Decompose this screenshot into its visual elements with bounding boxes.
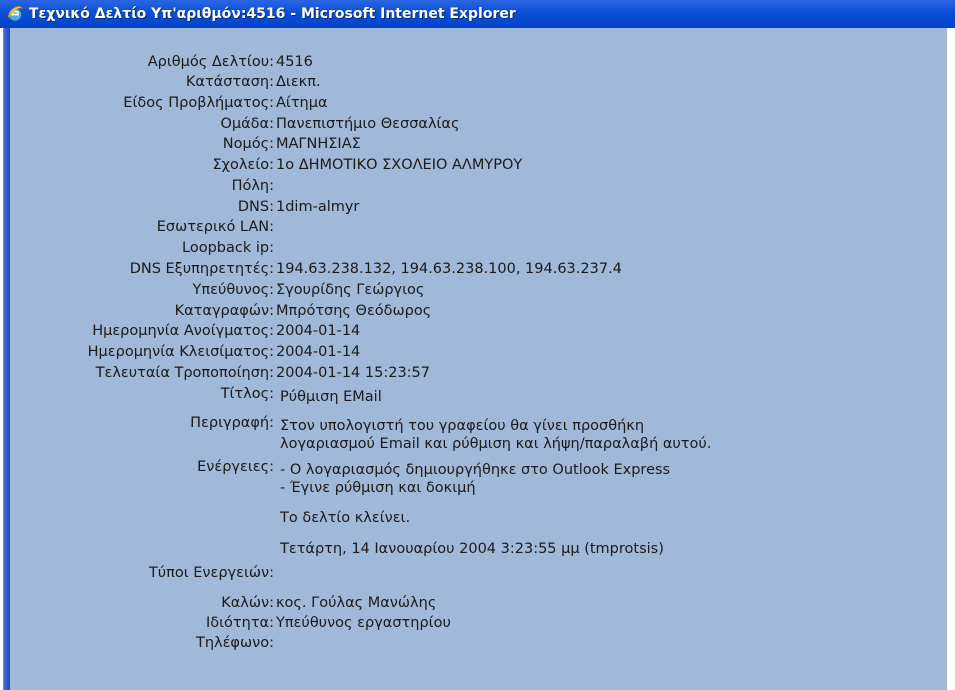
ticket-details-page: Αριθμός Δελτίου: 4516 Κατάσταση: Διεκπ. … (10, 28, 947, 690)
field-value: 2004-01-14 15:23:57 (276, 365, 430, 381)
field-value: Πανεπιστήμιο Θεσσαλίας (276, 116, 460, 132)
field-value: Διεκπ. (276, 74, 321, 90)
field-value: 194.63.238.132, 194.63.238.100, 194.63.2… (276, 261, 622, 277)
field-value: Ρύθμιση EMail (280, 389, 382, 405)
field-label: Loopback ip: (182, 240, 274, 256)
field-label: DNS: (237, 199, 274, 215)
description-line: λογαριασμού Email και ρύθμιση και λήψη/π… (280, 436, 712, 452)
field-value: Σγουρίδης Γεώργιος (276, 282, 425, 298)
field-label: Νομός: (222, 136, 274, 152)
field-label: Ενέργειες: (197, 459, 274, 475)
field-label: Είδος Προβλήματος: (123, 95, 274, 111)
field-label: Περιγραφή: (190, 415, 274, 431)
field-label: Σχολείο: (212, 157, 275, 173)
field-label: Τίτλος: (220, 386, 274, 402)
field-label: Ομάδα: (220, 116, 274, 132)
field-value: Αίτημα (276, 95, 328, 111)
field-value: 2004-01-14 (276, 323, 361, 339)
field-value: - Ο λογαριασμός δημιουργήθηκε στο Outloo… (280, 461, 670, 497)
field-label: Υπεύθυνος: (192, 282, 274, 298)
field-label: Καλών: (221, 595, 274, 611)
field-label: Ημερομηνία Κλεισίματος: (87, 344, 274, 360)
window-left-border (0, 28, 10, 690)
field-value: κος. Γούλας Μανώλης (276, 595, 437, 611)
ie-window: Τεχνικό Δελτίο Υπ'αριθμόν:4516 - Microso… (0, 0, 955, 690)
field-label: Πόλη: (231, 178, 274, 194)
field-label: Τηλέφωνο: (195, 635, 274, 651)
field-label: Ημερομηνία Ανοίγματος: (92, 323, 274, 339)
field-label: Κατάσταση: (185, 74, 274, 90)
internet-explorer-icon (6, 5, 24, 23)
field-value: Μπρότσης Θεόδωρος (276, 303, 432, 319)
window-right-border (947, 28, 955, 690)
field-value: Στον υπολογιστή του γραφείου θα γίνει πρ… (280, 417, 711, 453)
field-value: ΜΑΓΝΗΣΙΑΣ (276, 136, 361, 152)
field-label: Αριθμός Δελτίου: (147, 54, 274, 70)
description-line: Στον υπολογιστή του γραφείου θα γίνει πρ… (280, 418, 645, 434)
field-label: Τελευταία Τροποποίηση: (95, 365, 274, 381)
window-title: Τεχνικό Δελτίο Υπ'αριθμόν:4516 - Microso… (29, 6, 516, 22)
field-label: Τύποι Ενεργειών: (148, 565, 274, 581)
field-value: 1ο ΔΗΜΟΤΙΚΟ ΣΧΟΛΕΙΟ ΑΛΜΥΡΟΥ (276, 157, 523, 173)
action-signature: Τετάρτη, 14 Ιανουαρίου 2004 3:23:55 μμ (… (280, 541, 664, 557)
field-value: 1dim-almyr (276, 199, 360, 215)
field-label: Ιδιότητα: (205, 615, 274, 631)
title-bar[interactable]: Τεχνικό Δελτίο Υπ'αριθμόν:4516 - Microso… (0, 0, 955, 28)
field-value: 4516 (276, 54, 313, 70)
field-label: DNS Εξυπηρετητές: (129, 261, 274, 277)
action-line: - Ο λογαριασμός δημιουργήθηκε στο Outloo… (280, 462, 671, 478)
closing-note: Το δελτίο κλείνει. (280, 510, 411, 526)
field-label: Καταγραφών: (174, 303, 274, 319)
action-line: - Έγινε ρύθμιση και δοκιμή (280, 480, 476, 496)
field-value: 2004-01-14 (276, 344, 361, 360)
field-value: Υπεύθυνος εργαστηρίου (276, 615, 451, 631)
field-label: Εσωτερικό LAN: (156, 219, 274, 235)
